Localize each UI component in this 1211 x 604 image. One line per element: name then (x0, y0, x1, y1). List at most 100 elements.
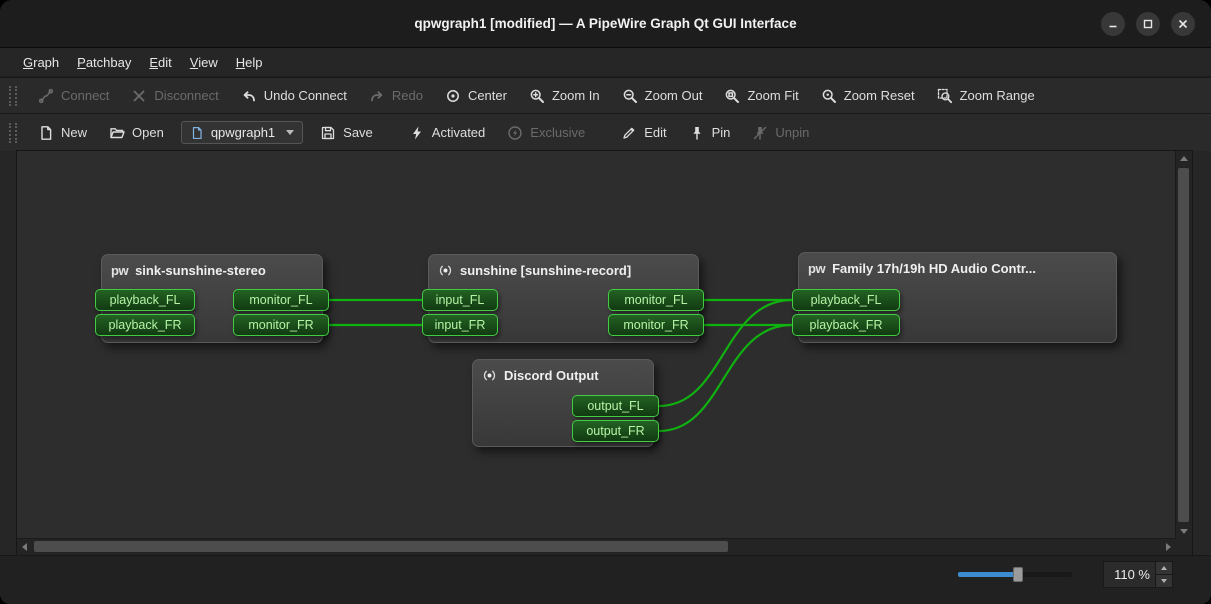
zoom-spin-down-button[interactable] (1156, 574, 1172, 587)
port-output-fl[interactable]: output_FL (572, 395, 659, 417)
zoom-slider[interactable] (958, 572, 1072, 577)
node-title: Discord Output (504, 368, 599, 383)
maximize-button[interactable] (1136, 12, 1160, 36)
new-button[interactable]: New (27, 119, 98, 147)
port-playback-fr[interactable]: playback_FR (792, 314, 900, 336)
menu-view[interactable]: View (181, 51, 227, 74)
port-monitor-fl[interactable]: monitor_FL (608, 289, 704, 311)
zoom-out-button[interactable]: Zoom Out (611, 82, 714, 110)
activated-bolt-icon (409, 125, 425, 141)
horizontal-scrollbar[interactable] (17, 538, 1176, 555)
scroll-up-arrow[interactable] (1180, 156, 1188, 161)
chevron-down-icon (286, 130, 294, 135)
unpin-button[interactable]: Unpin (741, 119, 820, 147)
zoom-in-button[interactable]: Zoom In (518, 82, 611, 110)
menu-help[interactable]: Help (227, 51, 272, 74)
patchbay-selector[interactable]: qpwgraph1 (181, 121, 303, 144)
zoom-out-label: Zoom Out (645, 88, 703, 103)
close-button[interactable] (1171, 12, 1195, 36)
statusbar (0, 555, 1211, 604)
graph-canvas[interactable]: pw sink-sunshine-stereo sunshine [sunshi… (16, 150, 1193, 556)
save-label: Save (343, 125, 373, 140)
scroll-down-arrow[interactable] (1180, 529, 1188, 534)
vertical-scrollbar[interactable] (1175, 151, 1192, 539)
open-label: Open (132, 125, 164, 140)
menu-graph[interactable]: Graph (14, 51, 68, 74)
zoom-in-label: Zoom In (552, 88, 600, 103)
center-label: Center (468, 88, 507, 103)
open-folder-icon (109, 125, 125, 141)
statusbar-zoom-out-icon[interactable] (933, 565, 951, 583)
node-title: sunshine [sunshine-record] (460, 263, 631, 278)
scrollbar-corner (1176, 539, 1192, 555)
menubar: Graph Patchbay Edit View Help (0, 48, 1211, 77)
redo-icon (369, 88, 385, 104)
close-icon (1177, 18, 1189, 30)
connect-button[interactable]: Connect (27, 82, 120, 110)
open-button[interactable]: Open (98, 119, 175, 147)
toolbar-drag-handle[interactable] (9, 86, 17, 106)
window-title: qpwgraph1 [modified] — A PipeWire Graph … (414, 16, 796, 31)
zoom-out-icon (622, 88, 638, 104)
connect-icon (38, 88, 54, 104)
maximize-icon (1142, 18, 1154, 30)
edit-label: Edit (644, 125, 666, 140)
graph-viewport[interactable]: pw sink-sunshine-stereo sunshine [sunshi… (17, 151, 1176, 539)
undo-icon (241, 88, 257, 104)
zoom-spinbox[interactable]: 110 % (1103, 561, 1173, 588)
patchbay-file-icon (190, 126, 204, 140)
disconnect-icon (131, 88, 147, 104)
center-button[interactable]: Center (434, 82, 518, 110)
center-icon (445, 88, 461, 104)
horizontal-scroll-handle[interactable] (34, 541, 728, 552)
activated-button[interactable]: Activated (398, 119, 496, 147)
pin-icon (689, 125, 705, 141)
new-label: New (61, 125, 87, 140)
minimize-icon (1107, 18, 1119, 30)
port-playback-fl[interactable]: playback_FL (792, 289, 900, 311)
vertical-scroll-handle[interactable] (1178, 168, 1189, 522)
zoom-range-icon (937, 88, 953, 104)
port-monitor-fr[interactable]: monitor_FR (608, 314, 704, 336)
zoom-range-button[interactable]: Zoom Range (926, 82, 1046, 110)
port-monitor-fl[interactable]: monitor_FL (233, 289, 329, 311)
zoom-in-icon (529, 88, 545, 104)
pipewire-icon: pw (111, 263, 128, 278)
menu-edit[interactable]: Edit (140, 51, 180, 74)
port-output-fr[interactable]: output_FR (572, 420, 659, 442)
port-monitor-fr[interactable]: monitor_FR (233, 314, 329, 336)
node-title: Family 17h/19h HD Audio Contr... (832, 261, 1036, 276)
redo-label: Redo (392, 88, 423, 103)
zoom-reset-icon (821, 88, 837, 104)
spin-up-icon (1161, 566, 1167, 570)
scroll-left-arrow[interactable] (22, 543, 27, 551)
save-icon (320, 125, 336, 141)
zoom-spin-up-button[interactable] (1156, 562, 1172, 574)
scroll-right-arrow[interactable] (1166, 543, 1171, 551)
zoom-slider-handle[interactable] (1013, 567, 1023, 582)
zoom-fit-button[interactable]: Zoom Fit (713, 82, 809, 110)
node-header: Discord Output (473, 360, 653, 383)
exclusive-button[interactable]: Exclusive (496, 119, 596, 147)
save-button[interactable]: Save (309, 119, 384, 147)
pin-button[interactable]: Pin (678, 119, 742, 147)
zoom-reset-button[interactable]: Zoom Reset (810, 82, 926, 110)
port-playback-fl[interactable]: playback_FL (95, 289, 195, 311)
undo-connect-button[interactable]: Undo Connect (230, 82, 358, 110)
zoom-value[interactable]: 110 % (1104, 562, 1155, 587)
app-window: qpwgraph1 [modified] — A PipeWire Graph … (0, 0, 1211, 604)
disconnect-label: Disconnect (154, 88, 218, 103)
port-input-fl[interactable]: input_FL (422, 289, 498, 311)
connection-wires (17, 151, 1176, 539)
port-input-fr[interactable]: input_FR (422, 314, 498, 336)
redo-button[interactable]: Redo (358, 82, 434, 110)
edit-button[interactable]: Edit (610, 119, 677, 147)
disconnect-button[interactable]: Disconnect (120, 82, 229, 110)
activated-label: Activated (432, 125, 485, 140)
graph-toolbar: Connect Disconnect Undo Connect Redo Cen… (0, 77, 1211, 113)
menu-patchbay[interactable]: Patchbay (68, 51, 140, 74)
toolbar-drag-handle[interactable] (9, 123, 17, 143)
statusbar-zoom-in-icon[interactable] (1080, 565, 1098, 583)
port-playback-fr[interactable]: playback_FR (95, 314, 195, 336)
minimize-button[interactable] (1101, 12, 1125, 36)
